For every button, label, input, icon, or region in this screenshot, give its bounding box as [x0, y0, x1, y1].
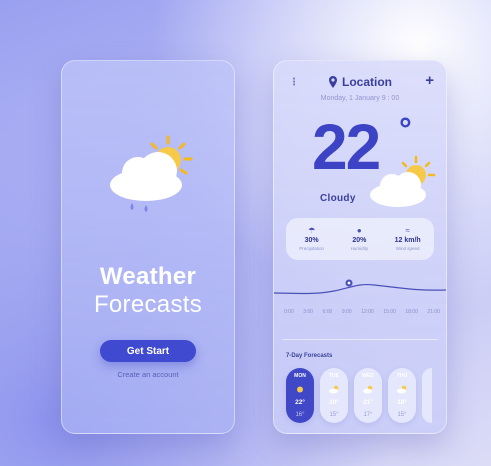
welcome-card: Weather Forecasts Get Start Create an ac… — [61, 60, 235, 434]
section-divider — [282, 339, 438, 340]
precipitation-value: 30% — [304, 237, 319, 244]
hour-label: 12:00 — [361, 309, 374, 315]
day-high: 18° — [397, 399, 407, 407]
day-low: 17° — [363, 411, 373, 418]
cloud-sun-icon — [397, 385, 407, 394]
cloud-sun-icon — [370, 155, 436, 207]
hour-label: 3:00 — [303, 309, 314, 315]
location-pin-icon — [329, 76, 337, 88]
day-high: 21° — [363, 399, 373, 407]
day-name: MON — [294, 373, 306, 379]
day-low: 15° — [397, 411, 407, 418]
day-low: 16° — [295, 411, 305, 418]
hour-label: 9:00 — [341, 309, 352, 315]
day-name: TUE — [329, 373, 339, 379]
app-title-line1: Weather — [99, 263, 197, 290]
location-label: Location — [342, 75, 392, 89]
cloud-sun-rain-icon — [110, 135, 193, 212]
day-name: THU — [396, 373, 408, 379]
day-card-tue[interactable]: TUE 20° 15° — [320, 368, 348, 423]
location-header[interactable]: Location — [274, 75, 446, 89]
day-high: 20° — [329, 399, 339, 407]
get-start-button[interactable]: Get Start — [100, 340, 196, 362]
droplet-icon: ● — [356, 226, 362, 235]
wind-icon: ≈ — [405, 226, 410, 235]
hour-label: 21:00 — [427, 309, 440, 315]
humidity-value: 20% — [352, 237, 367, 244]
umbrella-icon: ☂ — [308, 226, 316, 235]
day-forecast-list: MON 22° 16° TUE 20° 15° WED 21° 17° THU … — [286, 368, 432, 423]
wind-label: Wind speed — [395, 246, 420, 251]
cloud-sun-icon — [329, 385, 339, 394]
hour-label: 18:00 — [405, 309, 418, 315]
day-card-thu[interactable]: THU 18° 15° — [388, 368, 416, 423]
day-high: 22° — [295, 399, 305, 407]
day-low: 15° — [329, 411, 339, 418]
day-card-mon[interactable]: MON 22° 16° — [286, 368, 314, 423]
forecast-card: ⋮ Location + Monday, 1 January 9 : 00 22… — [273, 60, 447, 434]
condition-label: Cloudy — [320, 193, 356, 204]
week-forecast-title: 7-Day Forecasts — [286, 353, 333, 359]
humidity-label: Humidity — [350, 246, 369, 251]
hour-labels: 0:00 3:00 6:00 9:00 12:00 15:00 18:00 21… — [284, 309, 440, 315]
hour-label: 6:00 — [322, 309, 333, 315]
stat-humidity: ● 20% Humidity — [350, 226, 369, 252]
degree-symbol: ° — [399, 111, 412, 147]
create-account-link[interactable]: Create an account — [62, 370, 234, 379]
cloud-sun-icon — [363, 385, 373, 394]
temperature-graph — [274, 279, 446, 295]
weather-stats-panel: ☂ 30% Precipitation ● 20% Humidity ≈ 12 … — [286, 218, 434, 260]
stat-wind: ≈ 12 km/h Wind speed — [394, 226, 421, 252]
precipitation-label: Precipitation — [299, 246, 325, 251]
stat-precipitation: ☂ 30% Precipitation — [299, 226, 325, 252]
add-location-icon[interactable]: + — [425, 72, 434, 89]
app-title-line2: Forecasts — [93, 291, 203, 318]
hour-label: 0:00 — [284, 309, 294, 315]
day-card-partial[interactable] — [422, 368, 432, 423]
wind-value: 12 km/h — [394, 237, 421, 244]
sun-icon — [297, 386, 303, 393]
hour-label: 15:00 — [383, 309, 396, 315]
day-name: WED — [362, 373, 374, 379]
date-time: Monday, 1 January 9 : 00 — [320, 95, 400, 102]
day-card-wed[interactable]: WED 21° 17° — [354, 368, 382, 423]
